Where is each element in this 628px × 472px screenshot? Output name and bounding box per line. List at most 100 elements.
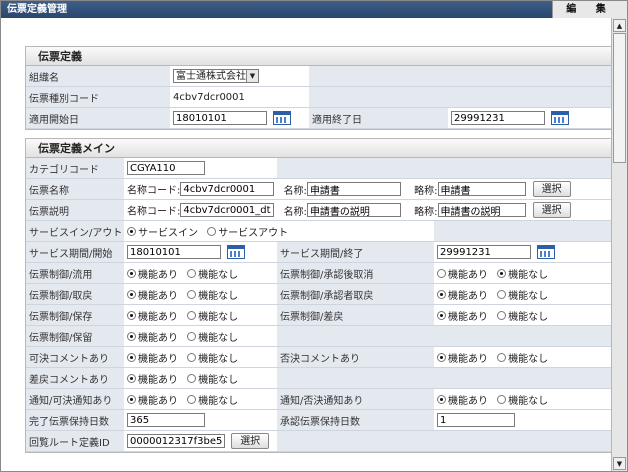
org-label: 組織名	[26, 66, 170, 87]
edit-button[interactable]: 編 集	[552, 1, 627, 18]
radio-label: 機能あり	[448, 353, 488, 365]
category-input[interactable]	[127, 161, 205, 175]
short-input[interactable]	[437, 182, 526, 196]
chevron-down-icon: ▼	[246, 70, 258, 82]
name-prefix: 名称:	[283, 185, 307, 197]
ctrl-flow-off-radio[interactable]	[187, 268, 197, 278]
radio-label: 機能なし	[508, 395, 549, 407]
voucher-main-panel: 伝票定義メイン カテゴリコード 伝票名称 名称コード: 名称: 略称: 選択	[25, 138, 611, 453]
period-start-input[interactable]	[127, 245, 221, 259]
return-comment-off-radio[interactable]	[187, 373, 197, 383]
route-input[interactable]	[127, 434, 225, 448]
radio-label: 機能なし	[508, 269, 549, 281]
ctrl-cancel-on-radio[interactable]	[437, 268, 446, 278]
select-button[interactable]: 選択	[532, 181, 571, 197]
definition-table: 組織名 富士通株式会社 ▼ 伝票種別コード 4cbv7dcr0001 適用開始日…	[26, 66, 611, 129]
ctrl-hold-on-radio[interactable]	[127, 331, 136, 341]
name-code-prefix: 名称コード:	[127, 185, 181, 197]
calendar-icon[interactable]	[273, 111, 292, 125]
name-input[interactable]	[306, 182, 401, 196]
reject-comment-on-radio[interactable]	[437, 352, 446, 362]
radio-label: 機能あり	[138, 311, 178, 323]
ctrl-save-on-radio[interactable]	[127, 310, 136, 320]
voucher-desc-label: 伝票説明	[26, 199, 124, 221]
radio-label: 機能なし	[198, 290, 239, 302]
period-start-label: サービス期間/開始	[26, 241, 124, 263]
title-bar: 伝票定義管理 編 集	[1, 1, 627, 18]
reject-comment-off-radio[interactable]	[497, 352, 507, 362]
start-date-label: 適用開始日	[26, 107, 170, 129]
ctrl-hold-off-radio[interactable]	[187, 331, 197, 341]
notify-approve-off-radio[interactable]	[187, 394, 197, 404]
type-code-value: 4cbv7dcr0001	[170, 86, 309, 108]
approved-keep-input[interactable]	[437, 413, 515, 427]
select-button[interactable]: 選択	[532, 202, 571, 218]
route-select-button[interactable]: 選択	[231, 433, 270, 449]
radio-label: 機能あり	[138, 290, 178, 302]
voucher-name-label: 伝票名称	[26, 178, 124, 200]
radio-label: 機能あり	[448, 395, 488, 407]
type-code-label: 伝票種別コード	[26, 86, 170, 108]
ctrl-withdraw-label: 伝票制御/取戻	[26, 283, 124, 305]
ctrl-withdraw-on-radio[interactable]	[127, 289, 136, 299]
radio-label: 機能あり	[448, 290, 488, 302]
approve-comment-label: 可決コメントあり	[26, 346, 124, 368]
calendar-icon[interactable]	[227, 245, 246, 259]
main-table: カテゴリコード 伝票名称 名称コード: 名称: 略称: 選択 伝票説明	[26, 158, 611, 452]
radio-label: 機能なし	[198, 269, 239, 281]
radio-label: 機能あり	[138, 395, 178, 407]
end-date-label: 適用終了日	[309, 107, 448, 129]
ctrl-return-off-radio[interactable]	[497, 310, 507, 320]
desc-short-input[interactable]	[437, 203, 526, 217]
ctrl-approver-withdraw-off-radio[interactable]	[497, 289, 507, 299]
notify-reject-off-radio[interactable]	[497, 394, 507, 404]
scroll-thumb[interactable]	[613, 33, 626, 163]
radio-label: 機能なし	[508, 290, 549, 302]
service-out-radio[interactable]	[207, 226, 217, 236]
radio-label: 機能あり	[138, 332, 178, 344]
start-date-input[interactable]	[173, 111, 267, 125]
ctrl-return-on-radio[interactable]	[437, 310, 446, 320]
window: 伝票定義管理 編 集 伝票定義 組織名 富士通株式会社 ▼ 伝票種別コード 4c…	[0, 0, 628, 472]
radio-label: 機能なし	[198, 374, 239, 386]
vertical-scrollbar[interactable]: ▲ ▼	[611, 18, 627, 471]
done-keep-input[interactable]	[127, 413, 205, 427]
ctrl-flow-on-radio[interactable]	[127, 268, 136, 278]
desc-code-input[interactable]	[180, 203, 275, 217]
short-prefix: 略称:	[414, 185, 438, 197]
route-label: 回覧ルート定義ID	[26, 430, 124, 452]
name-code-input[interactable]	[180, 182, 275, 196]
ctrl-cancel-off-radio[interactable]	[497, 268, 507, 278]
approve-comment-off-radio[interactable]	[187, 352, 197, 362]
notify-reject-on-radio[interactable]	[437, 394, 446, 404]
org-select[interactable]: 富士通株式会社 ▼	[173, 69, 259, 83]
notify-approve-on-radio[interactable]	[127, 394, 136, 404]
ctrl-save-off-radio[interactable]	[187, 310, 197, 320]
ctrl-withdraw-off-radio[interactable]	[187, 289, 197, 299]
calendar-icon[interactable]	[537, 245, 556, 259]
radio-label: 機能あり	[448, 269, 488, 281]
notify-approve-label: 通知/可決通知あり	[26, 388, 124, 410]
org-select-value: 富士通株式会社	[176, 71, 246, 82]
ctrl-return-label: 伝票制御/差戻	[277, 304, 434, 326]
scroll-down-icon[interactable]: ▼	[613, 457, 626, 470]
service-in-radio[interactable]	[127, 226, 136, 236]
ctrl-approver-withdraw-on-radio[interactable]	[437, 289, 446, 299]
approve-comment-on-radio[interactable]	[127, 352, 136, 362]
radio-label: 機能あり	[138, 269, 178, 281]
desc-name-input[interactable]	[306, 203, 401, 217]
calendar-icon[interactable]	[551, 111, 570, 125]
return-comment-on-radio[interactable]	[127, 373, 136, 383]
radio-label: 機能なし	[198, 311, 239, 323]
voucher-definition-panel: 伝票定義 組織名 富士通株式会社 ▼ 伝票種別コード 4cbv7dcr0001	[25, 46, 611, 130]
scroll-up-icon[interactable]: ▲	[613, 19, 626, 32]
done-keep-label: 完了伝票保持日数	[26, 409, 124, 431]
desc-name-prefix: 名称:	[283, 206, 307, 218]
window-title: 伝票定義管理	[7, 4, 67, 15]
ctrl-approver-withdraw-label: 伝票制御/承認者取戻	[277, 283, 434, 305]
radio-label: 機能あり	[138, 353, 178, 365]
notify-reject-label: 通知/否決通知あり	[277, 388, 434, 410]
period-end-input[interactable]	[437, 245, 531, 259]
end-date-input[interactable]	[451, 111, 545, 125]
radio-label: 機能なし	[198, 395, 239, 407]
